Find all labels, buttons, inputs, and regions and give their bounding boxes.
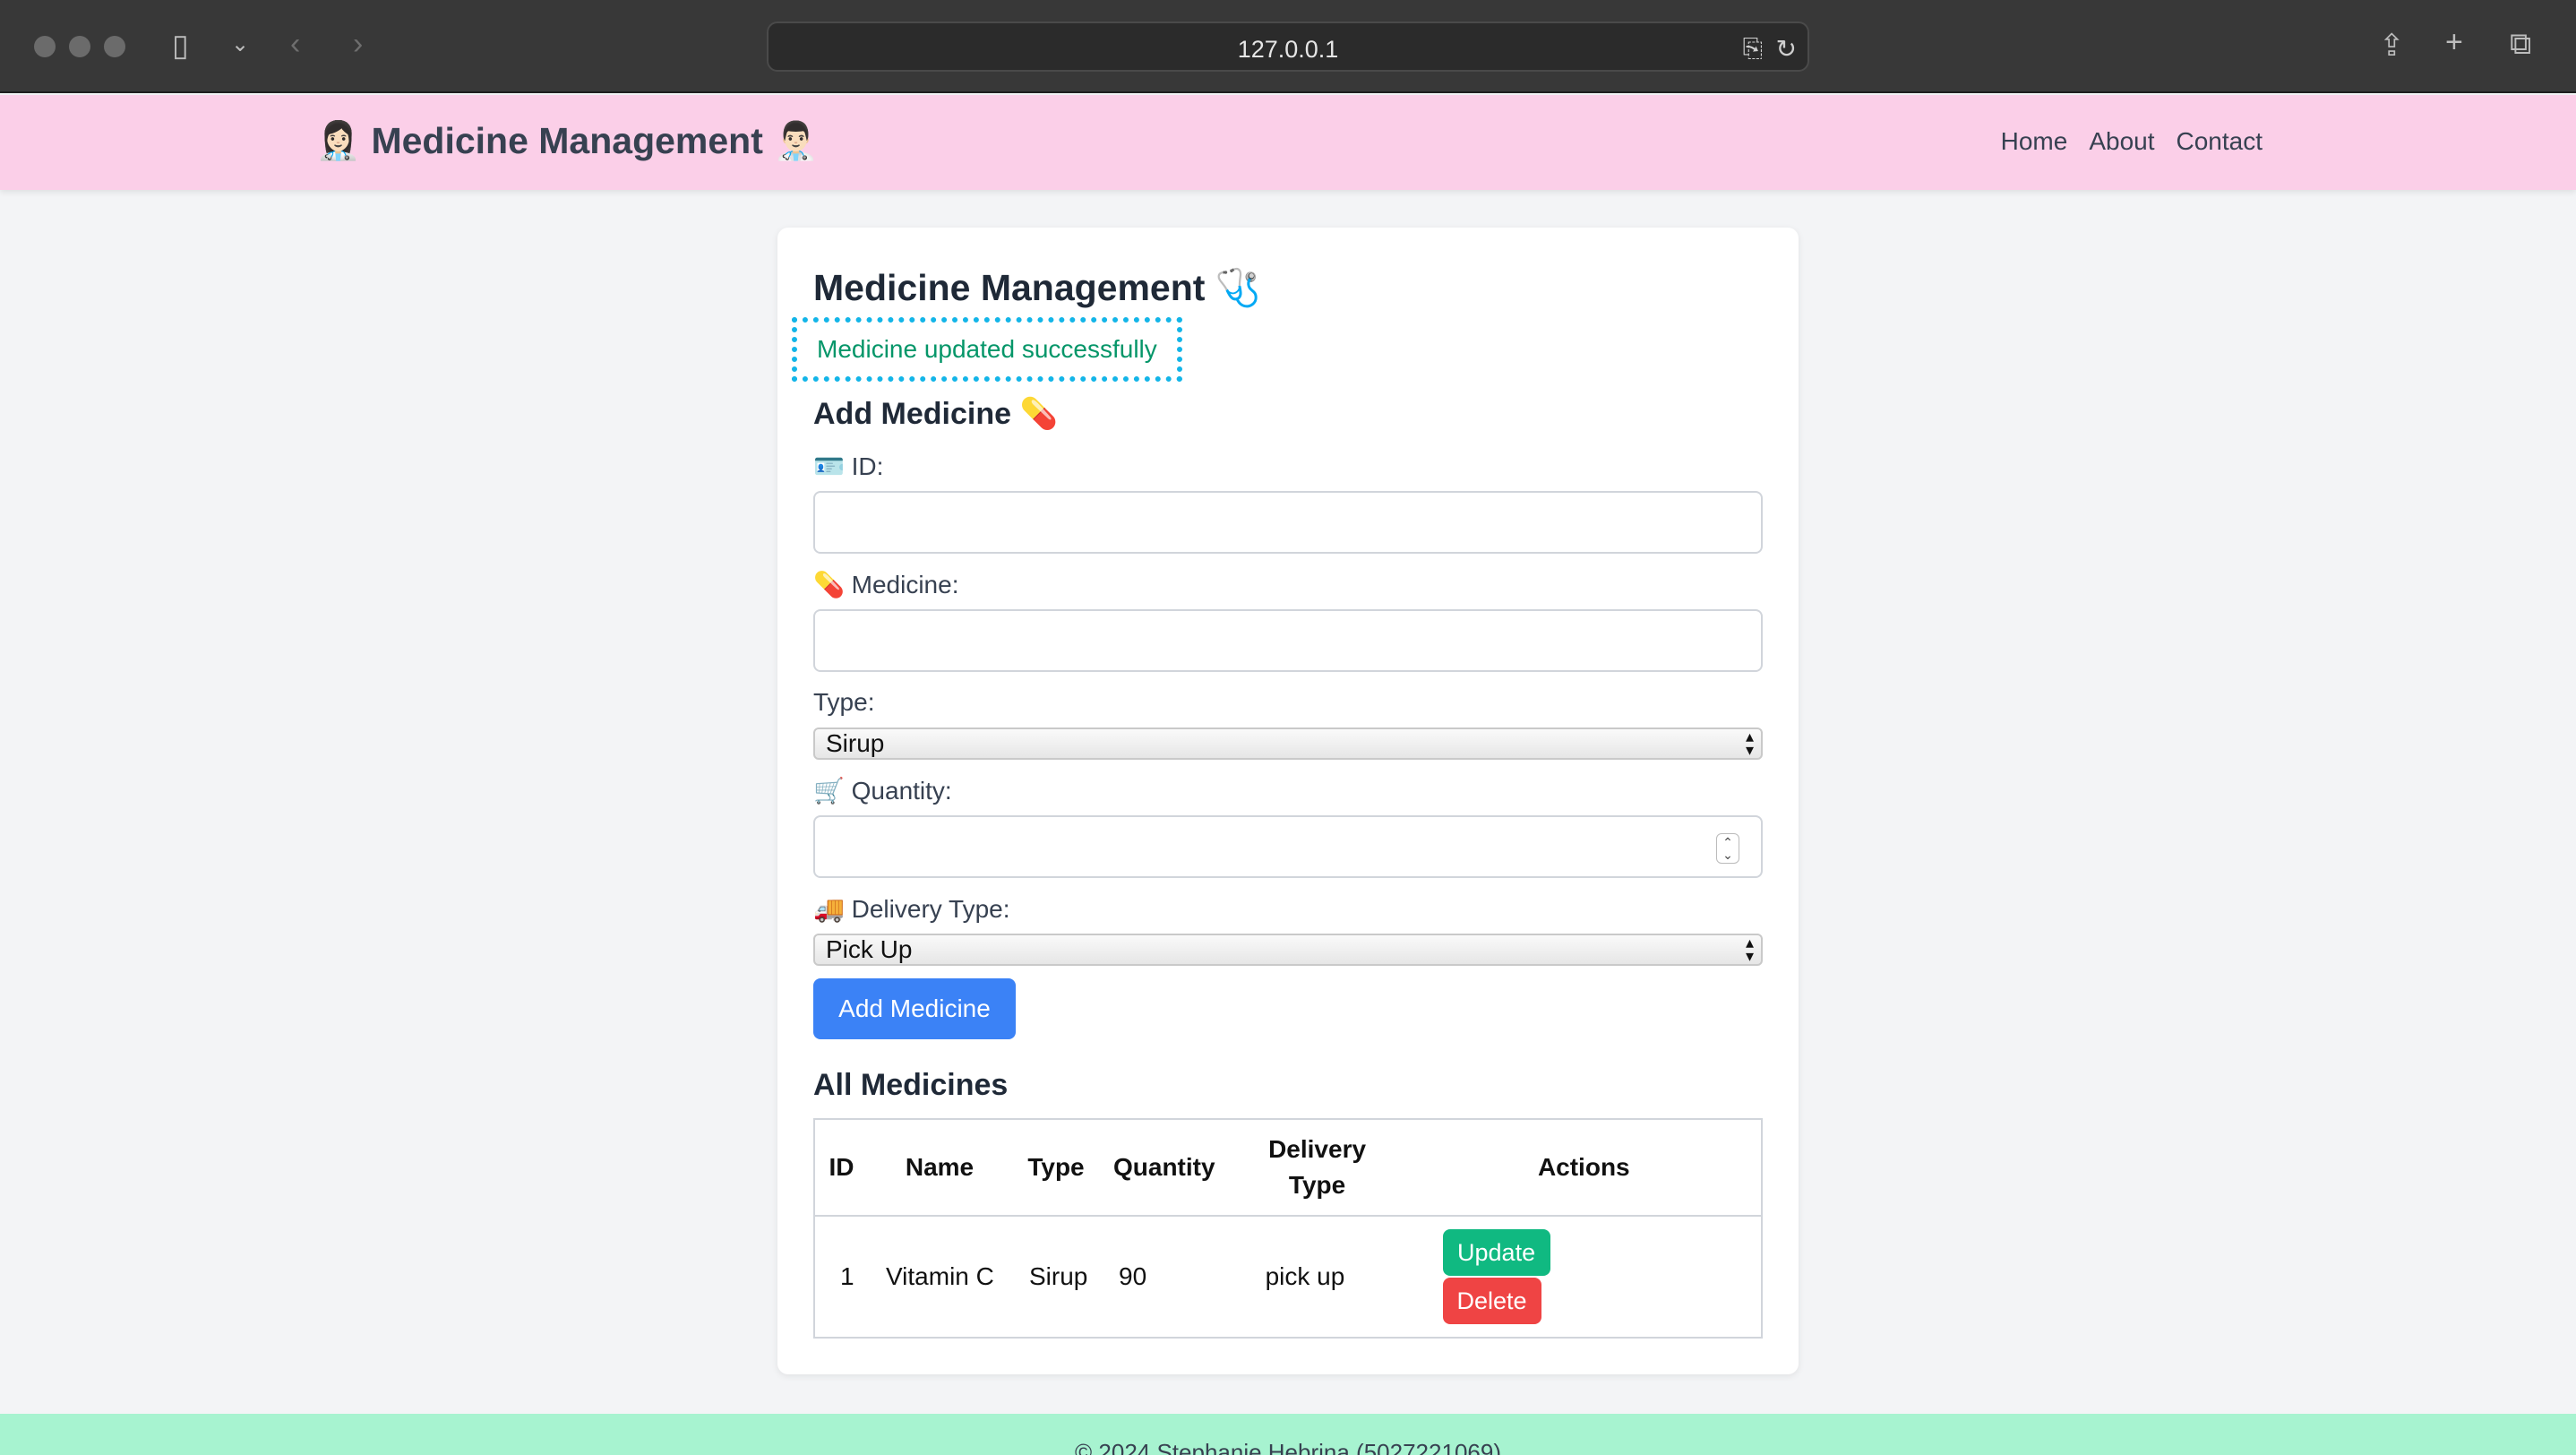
chevron-left-icon[interactable]: ‹ — [290, 29, 300, 59]
nav-links: Home About Contact — [2001, 127, 2263, 156]
minimize-window-button[interactable] — [69, 36, 90, 57]
share-icon[interactable]: ⇪ — [2379, 30, 2405, 61]
zoom-window-button[interactable] — [104, 36, 125, 57]
url-text: 127.0.0.1 — [1237, 36, 1339, 63]
tab-overview-icon[interactable]: ⧉ — [2510, 29, 2531, 59]
cell-delivery-type: pick up — [1265, 1262, 1345, 1290]
column-header-delivery-type: Delivery Type — [1227, 1119, 1407, 1217]
main-card: Medicine Management 🩺 Medicine updated s… — [777, 228, 1799, 1374]
page-title: Medicine Management 🩺 — [813, 267, 1261, 308]
type-label: Type: — [813, 688, 875, 716]
add-medicine-heading: Add Medicine 💊 — [813, 397, 1058, 431]
delivery-select-value: Pick Up — [826, 935, 913, 963]
navbar: 👩🏻‍⚕️ Medicine Management 👨🏻‍⚕️ Home Abo… — [0, 95, 2576, 190]
nav-link-home[interactable]: Home — [2001, 127, 2068, 156]
close-window-button[interactable] — [34, 36, 56, 57]
select-arrows-icon: ▴ ▾ — [1745, 934, 1754, 965]
quantity-input[interactable]: ⌃ ⌄ — [813, 815, 1763, 878]
table-row: 1 Vitamin C Sirup 90 pick up Update Dele… — [814, 1216, 1762, 1338]
quantity-label: 🛒 Quantity: — [813, 777, 952, 805]
brand-title[interactable]: 👩🏻‍⚕️ Medicine Management 👨🏻‍⚕️ — [315, 120, 819, 163]
delivery-type-select[interactable]: Pick Up ▴ ▾ — [813, 934, 1763, 966]
chevron-down-icon[interactable]: ⌄ — [231, 34, 249, 56]
nav-link-contact[interactable]: Contact — [2177, 127, 2263, 156]
add-medicine-button[interactable]: Add Medicine — [813, 978, 1016, 1039]
quantity-stepper-icon[interactable]: ⌃ ⌄ — [1716, 833, 1739, 864]
delivery-type-label: 🚚 Delivery Type: — [813, 895, 1010, 923]
select-arrows-icon: ▴ ▾ — [1745, 728, 1754, 759]
medicine-label: 💊 Medicine: — [813, 571, 959, 598]
cell-actions: Update Delete — [1407, 1216, 1762, 1338]
new-tab-icon[interactable]: + — [2445, 27, 2463, 57]
footer: © 2024 Stephanie Hebrina (5027221069) — [0, 1414, 2576, 1455]
column-header-id: ID — [814, 1119, 868, 1217]
table-header-row: ID Name Type Quantity Delivery Type Acti… — [814, 1119, 1762, 1217]
id-input[interactable] — [813, 491, 1763, 554]
cell-id: 1 — [840, 1262, 854, 1290]
sidebar-icon[interactable]: ▯ — [172, 30, 189, 61]
delete-button[interactable]: Delete — [1442, 1278, 1541, 1324]
reload-icon[interactable]: ↻ — [1776, 34, 1797, 64]
chevron-right-icon[interactable]: › — [353, 29, 363, 59]
column-header-quantity: Quantity — [1101, 1119, 1228, 1217]
cell-name: Vitamin C — [886, 1262, 994, 1290]
type-select-value: Sirup — [826, 729, 885, 757]
column-header-type: Type — [1011, 1119, 1101, 1217]
id-label: 🪪 ID: — [813, 452, 884, 480]
success-message: Medicine updated successfully — [792, 317, 1182, 382]
address-bar[interactable]: 127.0.0.1 ⎘ ↻ — [767, 22, 1809, 72]
translate-icon[interactable]: ⎘ — [1743, 34, 1763, 64]
footer-text: © 2024 Stephanie Hebrina (5027221069) — [1075, 1439, 1501, 1455]
cell-type: Sirup — [1029, 1262, 1088, 1290]
column-header-name: Name — [868, 1119, 1011, 1217]
all-medicines-heading: All Medicines — [813, 1068, 1009, 1102]
column-header-actions: Actions — [1406, 1119, 1762, 1217]
medicine-input[interactable] — [813, 609, 1763, 672]
browser-toolbar: ▯ ⌄ ‹ › 127.0.0.1 ⎘ ↻ ⇪ + ⧉ — [0, 0, 2576, 93]
nav-link-about[interactable]: About — [2089, 127, 2154, 156]
update-button[interactable]: Update — [1442, 1229, 1550, 1276]
medicines-table: ID Name Type Quantity Delivery Type Acti… — [813, 1118, 1763, 1339]
type-select[interactable]: Sirup ▴ ▾ — [813, 728, 1763, 760]
cell-quantity: 90 — [1119, 1262, 1147, 1290]
